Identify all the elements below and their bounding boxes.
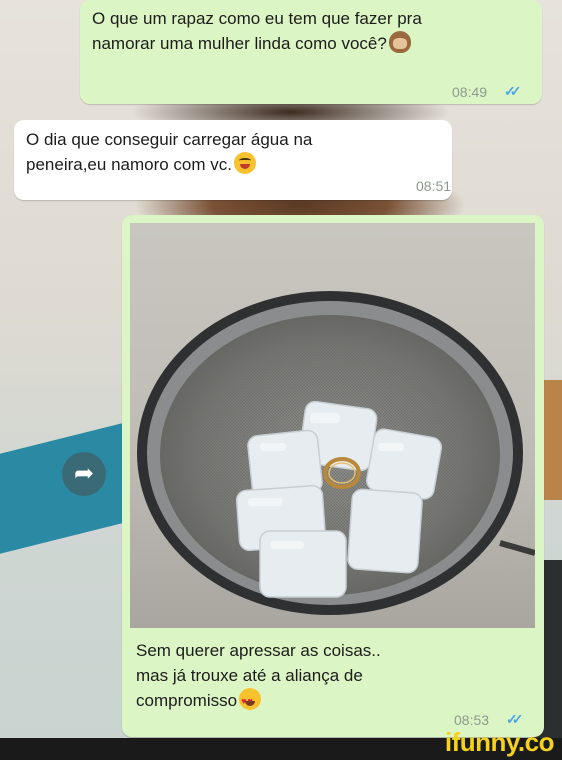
caption-line: Sem querer apressar as coisas.. xyxy=(136,641,381,660)
read-receipt-icon: ✓✓ xyxy=(504,83,522,99)
message-timestamp: 08:53 xyxy=(454,712,490,728)
message-text-line: peneira,eu namoro com vc. xyxy=(26,152,312,177)
message-image[interactable] xyxy=(130,223,535,628)
caption-line: compromisso xyxy=(136,688,381,714)
message-timestamp: 08:49 xyxy=(452,84,488,100)
message-text-line: O que um rapaz como eu tem que fazer pra xyxy=(92,9,422,28)
message-text-line: namorar uma mulher linda como você? xyxy=(92,31,422,56)
message-bubble-incoming[interactable]: O dia que conseguir carregar água na pen… xyxy=(14,120,452,200)
message-text-line: O dia que conseguir carregar água na xyxy=(26,130,313,149)
see-no-evil-monkey-icon xyxy=(388,31,411,53)
image-caption: Sem querer apressar as coisas.. mas já t… xyxy=(136,638,381,714)
message-timestamp: 08:51 xyxy=(416,178,452,194)
watermark-logo: ifunny.co xyxy=(444,727,555,757)
message-bubble-outgoing[interactable]: O que um rapaz como eu tem que fazer pra… xyxy=(80,0,542,104)
heart-eyes-face-icon xyxy=(239,688,262,714)
sieve-with-ice-and-ring-image xyxy=(137,291,535,615)
read-receipt-icon: ✓✓ xyxy=(506,711,524,727)
forward-icon[interactable]: ➦ xyxy=(62,452,106,496)
winking-tongue-face-icon xyxy=(234,152,256,174)
caption-line: mas já trouxe até a aliança de xyxy=(136,666,363,685)
